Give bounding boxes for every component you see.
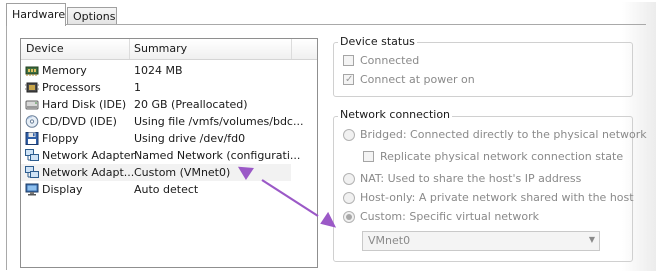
annotation-overlay (237, 166, 337, 228)
annotation-arrow (237, 166, 337, 228)
tab-hardware[interactable]: Hardware (6, 3, 66, 26)
tab-hardware-label: Hardware (12, 8, 66, 21)
